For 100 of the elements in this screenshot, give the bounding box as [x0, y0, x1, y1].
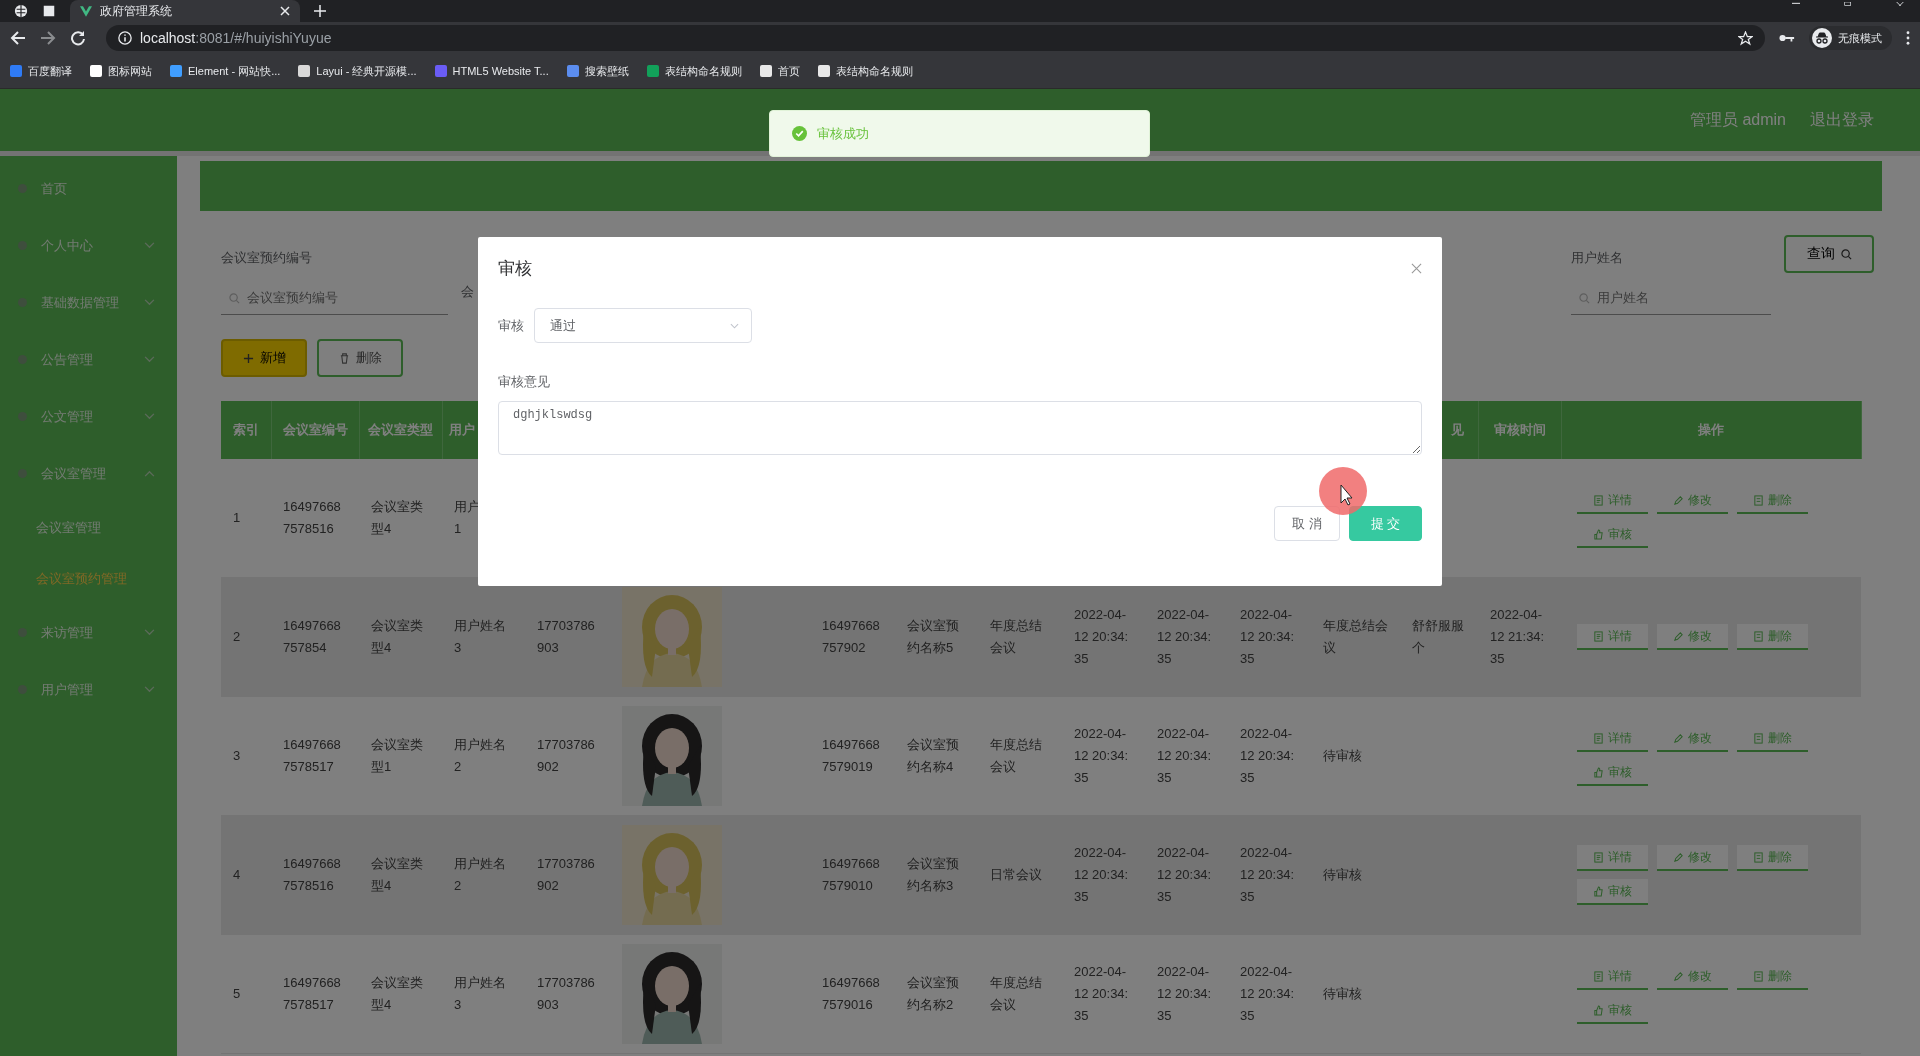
- back-icon[interactable]: [10, 30, 26, 46]
- table-cell: 会议室类型4: [371, 499, 423, 536]
- table-cell: 日常会议: [990, 867, 1042, 882]
- table-cell: 会议室类型4: [371, 856, 423, 893]
- bookmark[interactable]: 表结构命名规则: [646, 63, 742, 79]
- table-cell: 2022-04-12 20:34:35: [1240, 845, 1295, 904]
- edit-button[interactable]: 修改: [1657, 624, 1728, 650]
- search-icon: [1579, 293, 1590, 304]
- edit-button[interactable]: 修改: [1657, 845, 1728, 871]
- column-header: 会议室类型: [368, 422, 433, 437]
- table-cell: 会议室预约名称4: [907, 737, 959, 774]
- bookmark[interactable]: 图标网站: [90, 63, 152, 79]
- sidebar-item[interactable]: 来访管理: [0, 604, 177, 661]
- menu-icon[interactable]: [1906, 31, 1910, 45]
- table-cell: 年度总结会议: [990, 975, 1042, 1012]
- document-icon: [1593, 970, 1604, 982]
- trash-icon: [338, 352, 350, 364]
- table-cell: 待审核: [1323, 867, 1362, 882]
- field-label: 会议室预约编号: [221, 249, 313, 267]
- column-header: 见: [1450, 422, 1464, 437]
- pencil-icon: [1673, 732, 1684, 744]
- logout-link[interactable]: 退出登录: [1810, 109, 1874, 131]
- table-cell: 2022-04-12 20:34:35: [1074, 845, 1129, 904]
- field-label: 用户姓名: [1571, 249, 1624, 267]
- chevron-icon: [730, 322, 739, 329]
- url-text: localhost:8081/#/huiyishiYuyue: [140, 30, 333, 46]
- table-cell: 用户姓名3: [454, 975, 506, 1012]
- column-header: 索引: [232, 422, 259, 437]
- incognito-button[interactable]: 无痕模式: [1809, 26, 1892, 50]
- column-header: 用户: [448, 422, 475, 437]
- reload-icon[interactable]: [70, 30, 86, 46]
- query-button[interactable]: 查询: [1784, 235, 1874, 273]
- opinion-textarea[interactable]: dghjklswdsg: [498, 401, 1422, 455]
- sidebar-item[interactable]: 公告管理: [0, 331, 177, 388]
- search-field[interactable]: 用户姓名: [1571, 281, 1771, 315]
- table-cell: 164976687579019: [822, 737, 880, 774]
- table-cell: 用户姓名3: [454, 618, 506, 655]
- table-cell: 待审核: [1323, 986, 1362, 1001]
- document-icon: [1593, 851, 1604, 863]
- bookmark[interactable]: HTML5 Website T...: [434, 65, 549, 77]
- pencil-icon: [1673, 630, 1684, 642]
- bookmark[interactable]: Element - 网站快...: [170, 63, 281, 79]
- detail-button[interactable]: 详情: [1577, 845, 1648, 871]
- bookmark[interactable]: 百度翻译: [10, 63, 72, 79]
- review-button[interactable]: 审核: [1577, 879, 1648, 905]
- table-cell: 17703786903: [537, 975, 595, 1012]
- table-cell: 会议室预约名称3: [907, 856, 959, 893]
- table-cell: 16497668757902: [822, 618, 880, 655]
- key-icon[interactable]: [1779, 33, 1795, 43]
- search-field[interactable]: 会议室预约编号: [221, 281, 448, 315]
- field-label: 审核意见: [498, 373, 551, 391]
- table-cell: 16497668757854: [283, 618, 341, 655]
- address-bar[interactable]: localhost:8081/#/huiyishiYuyue: [106, 25, 1765, 51]
- thumbs-up-icon: [1593, 1004, 1604, 1016]
- submit-button[interactable]: 提 交: [1349, 506, 1422, 541]
- thumbs-up-icon: [1593, 528, 1604, 540]
- column-header: 会议室编号: [282, 422, 348, 437]
- window-icon[interactable]: [42, 5, 56, 17]
- new-tab-icon[interactable]: [314, 5, 326, 17]
- table-cell: 2022-04-12 20:34:35: [1074, 607, 1129, 666]
- globe-icon[interactable]: [14, 4, 28, 18]
- sidebar-item[interactable]: 首页: [0, 160, 177, 217]
- table-cell: 年度总结会议: [990, 618, 1042, 655]
- pencil-icon: [1673, 494, 1684, 506]
- document-icon: [1753, 851, 1764, 863]
- bookmark[interactable]: 首页: [759, 63, 800, 79]
- forward-icon[interactable]: [40, 30, 56, 46]
- sidebar-subitem[interactable]: 会议室预约管理: [0, 553, 177, 604]
- sidebar-item[interactable]: 用户管理: [0, 661, 177, 718]
- sidebar-item[interactable]: 会议室管理: [0, 445, 177, 502]
- delete-button[interactable]: 删除: [317, 339, 403, 377]
- star-icon[interactable]: [1738, 30, 1753, 46]
- table-cell: 164976687579010: [822, 856, 880, 893]
- document-icon: [1593, 732, 1604, 744]
- table-cell: 2022-04-12 20:34:35: [1240, 607, 1295, 666]
- table-cell: 164976687578516: [283, 499, 341, 536]
- table-cell: 3: [233, 748, 241, 763]
- bookmark[interactable]: Layui - 经典开源模...: [298, 63, 417, 79]
- bookmark[interactable]: 搜索壁纸: [566, 63, 629, 79]
- search-icon: [229, 293, 240, 304]
- delete-button[interactable]: 删除: [1737, 624, 1808, 650]
- review-select[interactable]: 通过: [534, 308, 752, 343]
- table-cell: 17703786902: [537, 856, 595, 893]
- table-cell: 年度总结会议: [1323, 618, 1388, 655]
- cancel-button[interactable]: 取 消: [1274, 506, 1340, 541]
- bookmark[interactable]: 表结构命名规则: [817, 63, 913, 79]
- table-cell: 164976687578517: [283, 975, 341, 1012]
- table-cell: 1: [233, 510, 241, 525]
- table-cell: 待审核: [1323, 748, 1362, 763]
- sidebar-subitem[interactable]: 会议室管理: [0, 502, 177, 553]
- add-button[interactable]: 新增: [221, 339, 307, 377]
- delete-button[interactable]: 删除: [1737, 845, 1808, 871]
- thumbs-up-icon: [1593, 885, 1604, 897]
- document-icon: [1753, 494, 1764, 506]
- sidebar-item[interactable]: 基础数据管理: [0, 274, 177, 331]
- sidebar-item[interactable]: 公文管理: [0, 388, 177, 445]
- detail-button[interactable]: 详情: [1577, 624, 1648, 650]
- table-cell: 舒舒服服个: [1412, 618, 1464, 655]
- sidebar-item[interactable]: 个人中心: [0, 217, 177, 274]
- browser-tab[interactable]: 政府管理系统: [70, 0, 300, 22]
